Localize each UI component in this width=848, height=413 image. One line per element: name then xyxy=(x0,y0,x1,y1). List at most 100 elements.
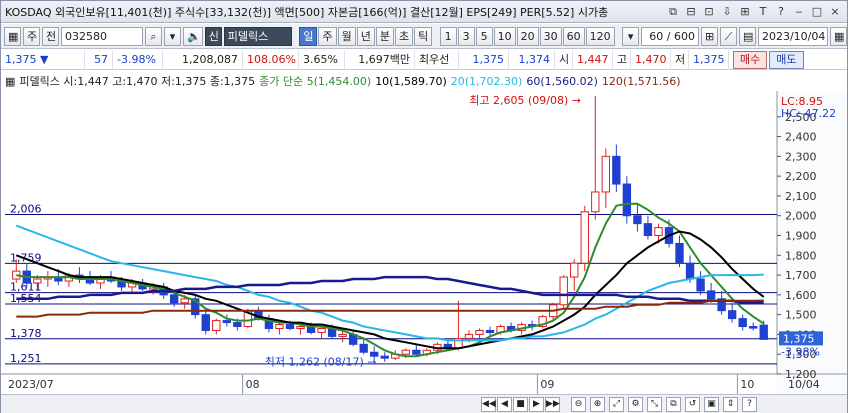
settings-icon[interactable]: ⚙ xyxy=(628,396,643,412)
interval-tab[interactable]: 30 xyxy=(539,26,562,46)
minimize-icon[interactable]: ‒ xyxy=(791,4,807,20)
grid-icon[interactable]: ▦ xyxy=(4,26,21,46)
help-icon[interactable]: ? xyxy=(773,4,789,20)
nav-button[interactable]: ■ xyxy=(513,396,528,412)
candle xyxy=(412,349,421,355)
sound-icon[interactable]: 🔈 xyxy=(182,26,203,46)
candle xyxy=(359,343,368,353)
nav-button[interactable]: ◀◀ xyxy=(481,396,496,412)
period-tab[interactable]: 주 xyxy=(318,26,337,46)
maximize-icon[interactable]: □ xyxy=(809,4,825,20)
legend-ma10[interactable]: 10(1,589.70) xyxy=(371,75,447,88)
overlay-icon[interactable]: ⧉ xyxy=(666,396,681,412)
last-price-label: 1,375 xyxy=(783,332,815,345)
count-field[interactable]: 60 / 600 xyxy=(641,26,699,46)
legend-ma5[interactable]: 종가 단순 5(1,454.00) xyxy=(255,73,371,89)
legend-row: ▦ 피델릭스 시:1,447 고:1,470 저:1,375 종:1,375 종… xyxy=(1,71,847,91)
legend-ma20[interactable]: 20(1,702.30) xyxy=(447,75,523,88)
period-tab[interactable]: 년 xyxy=(356,26,375,46)
toolbar: ▦ 주 전 032580 ⌕ ▾ 🔈 신 피델릭스 일주월년분초틱 1 3 5 10 2… xyxy=(1,24,847,49)
search-icon[interactable]: ⌕ xyxy=(144,26,162,46)
nav-button[interactable]: ▶▶ xyxy=(545,396,560,412)
tool-icon[interactable]: ⊞ xyxy=(700,26,718,46)
expand-icon[interactable]: ⤡ xyxy=(647,396,662,412)
transfer-icon[interactable]: ⇩ xyxy=(719,4,735,20)
help-icon[interactable]: ? xyxy=(742,396,757,412)
interval-tabs: 1 3 5 10 20 30 60 120 xyxy=(439,26,615,46)
candle xyxy=(485,329,495,333)
x-tick-label: 08 xyxy=(246,378,260,391)
dropdown-icon[interactable]: ▾ xyxy=(622,26,640,46)
pin-icon[interactable]: ⊟ xyxy=(683,4,699,20)
x-tick-label: 10/04 xyxy=(788,378,820,391)
candle xyxy=(464,333,474,339)
sell-button[interactable]: 매도 xyxy=(769,50,804,69)
nav-button[interactable]: ▶ xyxy=(529,396,544,412)
save-icon[interactable]: ▣ xyxy=(704,396,719,412)
interval-tab[interactable]: 1 xyxy=(439,26,457,46)
link-icon[interactable]: ⧉ xyxy=(665,4,681,20)
period-tab[interactable]: 틱 xyxy=(414,26,433,46)
support-label: 1,251 xyxy=(10,352,42,365)
period-tab[interactable]: 초 xyxy=(394,26,414,46)
prev-button[interactable]: 전 xyxy=(42,26,59,46)
candle xyxy=(633,215,642,225)
period-tab[interactable]: 월 xyxy=(337,26,356,46)
zoom-out-icon[interactable]: ⊖ xyxy=(571,396,586,412)
change-value: 57 xyxy=(85,49,113,70)
interval-tab[interactable]: 10 xyxy=(493,26,516,46)
candle xyxy=(180,298,189,304)
interval-tab[interactable]: 5 xyxy=(475,26,493,46)
pref-value: 1,375 xyxy=(459,49,509,70)
zoom-in-icon[interactable]: ⊕ xyxy=(590,396,605,412)
text-icon[interactable]: T xyxy=(755,4,771,20)
legend-grid-icon[interactable]: ▦ xyxy=(1,75,15,88)
y-tick-label: 1,800 xyxy=(785,249,817,262)
y-tick-label: 2,400 xyxy=(785,131,817,144)
ruler-icon[interactable]: ▤ xyxy=(738,26,756,46)
date-field[interactable]: 2023/10/04 xyxy=(757,26,828,46)
legend-ma60[interactable]: 60(1,560.02) xyxy=(522,75,598,88)
interval-tab[interactable]: 20 xyxy=(516,26,539,46)
pref-label: 최우선 xyxy=(415,49,459,70)
reset-icon[interactable]: ↺ xyxy=(685,396,700,412)
chart-window: KOSDAQ 외국인보유[11,401(천)] 주식수[33,132(천)] 액… xyxy=(0,0,848,413)
draw-icon[interactable]: ⟋ xyxy=(719,26,737,46)
close-icon[interactable]: × xyxy=(827,4,843,20)
high-annotation: 최고 2,605 (09/08) → xyxy=(469,94,581,107)
x-tick-label: 10 xyxy=(740,378,754,391)
interval-tab[interactable]: 120 xyxy=(585,26,615,46)
period-tab[interactable]: 분 xyxy=(375,26,394,46)
candle xyxy=(222,320,232,324)
buy-button[interactable]: 매수 xyxy=(733,50,768,69)
interval-tab[interactable]: 3 xyxy=(457,26,475,46)
candle xyxy=(296,326,305,329)
candle xyxy=(212,320,221,331)
candle xyxy=(654,227,663,236)
bottom-bar: ◀◀ ◀ ■ ▶ ▶▶ ⊖ ⊕ ⤢ ⚙ ⤡ ⧉ ↺ ▣ ⇕? xyxy=(1,394,847,413)
market-selector[interactable]: 주 xyxy=(23,26,40,46)
price-chart[interactable]: 1,2001,3001,4001,5001,6001,7001,8001,900… xyxy=(1,91,847,394)
chevron-down-icon[interactable]: ▾ xyxy=(163,26,181,46)
period-tab[interactable]: 일 xyxy=(299,26,318,46)
support-label: 1,378 xyxy=(10,327,42,340)
volume-ratio: 108.06% xyxy=(243,49,299,70)
change-pct: -3.98% xyxy=(113,49,163,70)
restore-icon[interactable]: ⊡ xyxy=(701,4,717,20)
y-tick-label: 1,500 xyxy=(785,309,817,322)
fit-icon[interactable]: ⤢ xyxy=(609,396,624,412)
code-input[interactable]: 032580 xyxy=(61,26,143,46)
interval-tab[interactable]: 60 xyxy=(562,26,585,46)
candle xyxy=(275,324,284,329)
y-tick-label: 1,600 xyxy=(785,289,817,302)
candle xyxy=(622,183,632,217)
nav-button[interactable]: ◀ xyxy=(497,396,512,412)
legend-ma120[interactable]: 120(1,571.56) xyxy=(598,75,681,88)
candle xyxy=(601,155,611,193)
open-label: 시 xyxy=(555,49,573,70)
candle xyxy=(380,355,389,359)
chart-type-icon[interactable]: ⊞ xyxy=(737,4,753,20)
calendar-icon[interactable]: ▦ xyxy=(829,26,847,46)
candle xyxy=(475,329,484,335)
scroll-icon[interactable]: ⇕ xyxy=(723,396,738,412)
